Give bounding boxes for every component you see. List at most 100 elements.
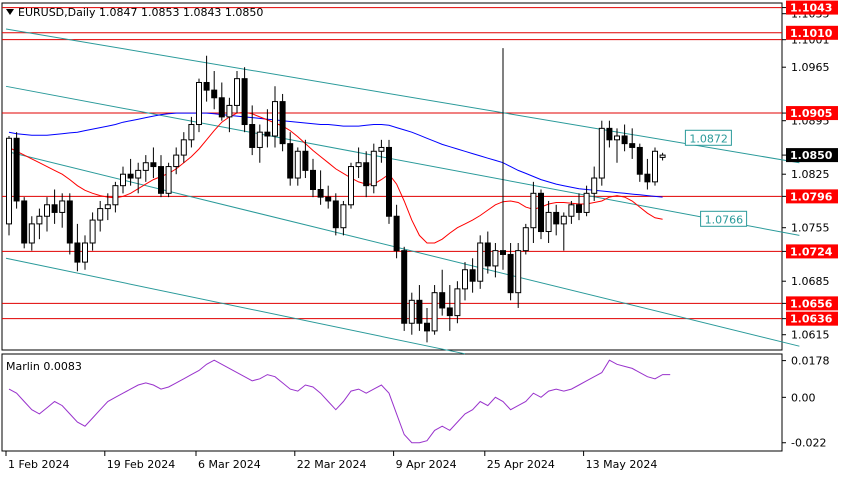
price-label: 1.1043 [786,0,838,15]
price-label: 1.0656 [786,296,838,311]
candle-body [325,196,332,202]
channel-value-label: 1.0766 [700,210,748,227]
candle-body [393,215,400,252]
candle-body [142,162,149,171]
candle-body [89,219,96,244]
candle-body [568,204,575,217]
candle-body [401,250,408,324]
candle-body [127,173,134,179]
candle-body [515,250,522,294]
candle-body [484,242,491,267]
price-tick-label: 1.0825 [791,168,830,181]
candle-body [621,135,628,145]
candle [6,135,12,236]
price-label-text: 1.0850 [790,149,833,162]
channel-label-text: 1.0872 [689,132,728,145]
candle [279,93,286,152]
time-tick-label: 1 Feb 2024 [8,458,69,471]
candle [386,139,392,224]
candle-body [21,200,28,244]
candle-body [6,137,12,225]
candle [652,147,658,186]
candle-body [36,215,43,225]
candle [431,285,438,335]
candle-body [310,169,316,190]
candle-body [591,177,598,194]
candle-body [386,146,392,217]
candle-body [44,204,50,217]
candle-body [636,146,643,175]
candle-body [560,215,567,225]
candle-body [629,143,636,148]
candle-body [446,307,453,317]
candle-body [348,166,354,206]
candle-body [135,169,142,179]
candle-body [196,81,202,126]
candle [522,223,529,255]
candle-body [469,269,476,282]
candle-body [530,192,537,229]
candle-body [294,150,301,179]
candle-body [66,200,73,244]
candle-body [226,104,233,118]
time-tick-label: 19 Feb 2024 [107,458,175,471]
candle-body [234,78,240,106]
candle-body [188,124,195,141]
time-tick-label: 9 Apr 2024 [396,458,457,471]
candle-body [538,192,544,233]
marlin-tick-label: 0.00 [791,391,816,404]
price-axis: 1.10431.10351.10011.09651.09051.08951.08… [782,2,830,342]
candle-body [431,292,438,332]
time-tick-label: 22 Mar 2024 [297,458,367,471]
price-label: 1.1010 [786,25,838,40]
symbol-header: EURUSD,Daily 1.0847 1.0853 1.0843 1.0850 [18,6,263,19]
candle-body [644,173,651,183]
price-label: 1.0796 [786,189,838,204]
time-axis: 1 Feb 2024 19 Feb 2024 6 Mar 2024 22 Mar 20… [5,451,657,471]
price-label-text: 1.1043 [790,2,832,15]
candle-body [492,250,499,267]
chart-window: 1.10431.10351.10011.09651.09051.08951.08… [0,0,841,475]
candle-body [211,89,218,99]
candle-body [507,253,514,294]
candle-body [370,150,377,187]
candle-body [249,124,256,148]
candle-body [302,150,309,171]
candle-body [545,211,552,233]
candle-body [218,97,225,118]
candle-body [317,188,324,198]
candle-body [112,185,119,206]
candle-body [264,131,271,137]
time-tick-label: 6 Mar 2024 [198,458,261,471]
time-tick-label: 25 Apr 2024 [487,458,555,471]
price-label-text: 1.0636 [790,313,833,326]
candle-body [553,211,560,225]
candle-body [340,204,347,229]
candle-body [74,242,81,263]
candle [348,162,354,209]
candle-body [439,292,446,309]
candle [13,132,20,209]
candle-body [462,269,468,290]
chart-svg: 1.10431.10351.10011.09651.09051.08951.08… [1,0,838,471]
candle-body [82,242,88,263]
candle-body [279,101,286,145]
price-tick-label: 1.0755 [791,222,830,235]
price-tick-label: 1.0685 [791,275,830,288]
candle-body [363,162,370,187]
candle-body [614,135,620,141]
candle-body [408,299,415,324]
candle-body [454,288,461,317]
marlin-tick-label: -0.022 [791,437,826,450]
price-label-text: 1.0656 [790,297,833,310]
candle-body [59,200,66,213]
candle-body [51,204,58,213]
candle-body [522,227,529,252]
candle-body [120,173,126,187]
price-label-text: 1.0724 [790,245,833,258]
indicator-title: Marlin 0.0083 [6,360,82,373]
channel-value-label: 1.0872 [684,129,732,146]
candle [598,120,605,186]
candle-body [416,299,423,324]
candle-body [424,322,430,332]
